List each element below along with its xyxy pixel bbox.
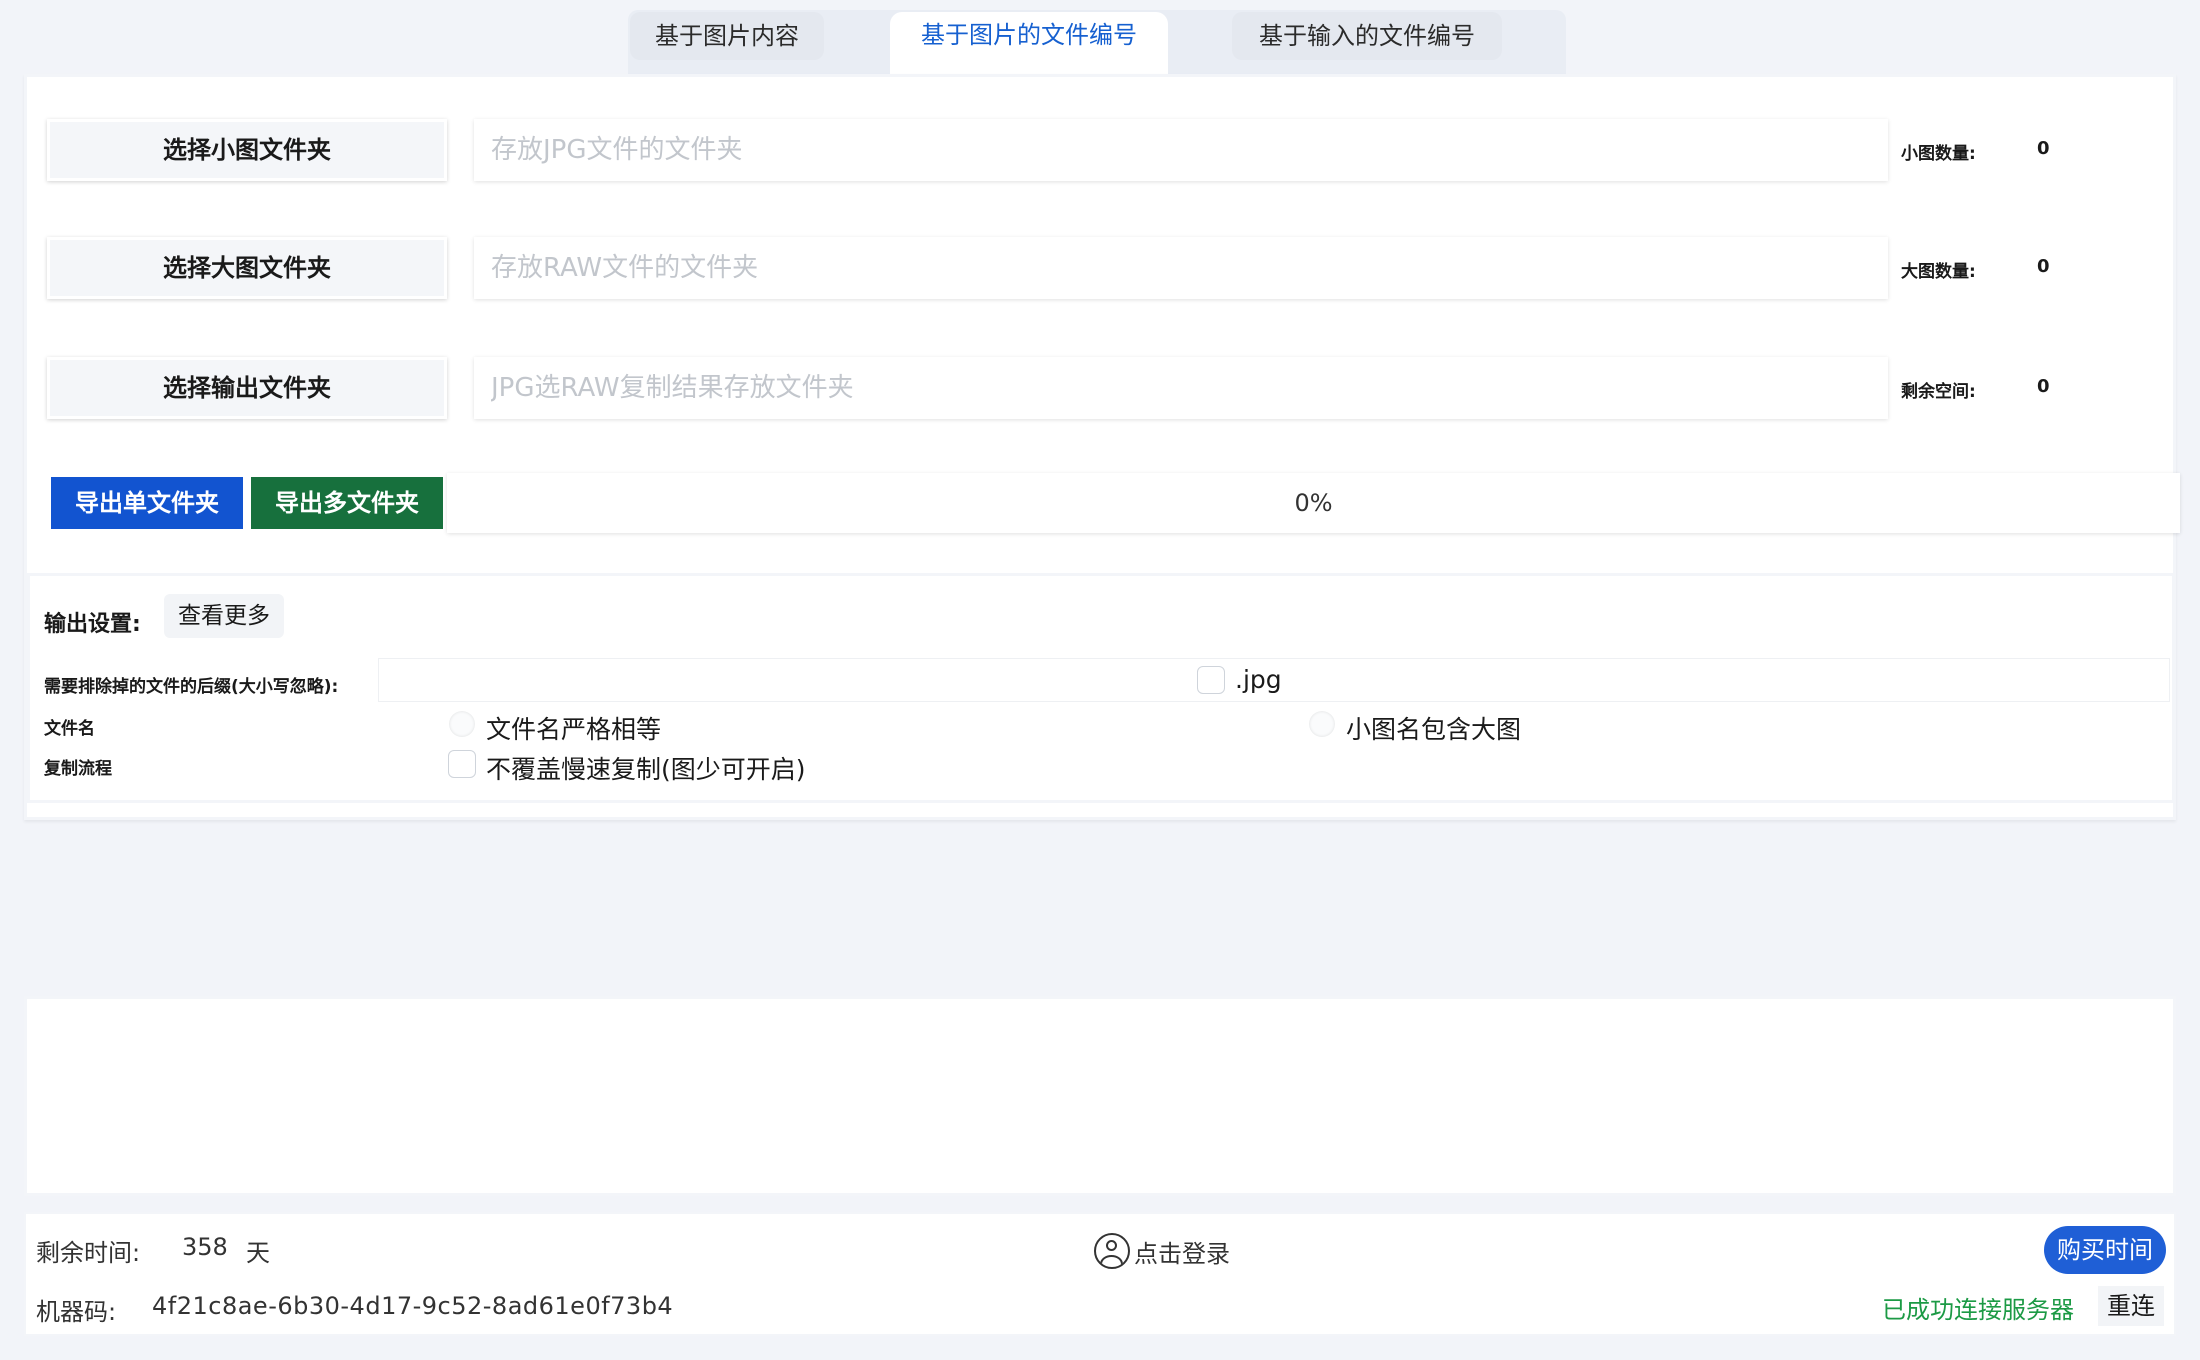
export-single-folder-button[interactable]: 导出单文件夹 [51,477,243,529]
copy-flow-label: 复制流程 [44,759,112,779]
small-contains-large-label: 小图名包含大图 [1346,715,1522,744]
machine-code-label: 机器码: [36,1298,117,1326]
user-icon [1094,1233,1130,1269]
large-folder-path-input[interactable] [474,237,1888,299]
login-label: 点击登录 [1134,1239,1230,1268]
small-folder-path-input[interactable] [474,119,1888,181]
reconnect-button[interactable]: 重连 [2098,1286,2164,1326]
tab-bar: 基于图片内容 基于图片的文件编号 基于输入的文件编号 [628,10,1566,76]
free-space-value: 0 [2037,376,2050,397]
select-output-folder-button[interactable]: 选择输出文件夹 [47,357,447,419]
footer-bar: 剩余时间: 358 天 点击登录 购买时间 机器码: 4f21c8ae-6b30… [24,1212,2176,1336]
settings-title: 输出设置: [44,612,141,637]
filename-strict-equal-label: 文件名严格相等 [486,715,662,744]
login-button[interactable]: 点击登录 [1094,1228,1230,1274]
output-folder-path-input[interactable] [474,357,1888,419]
exclude-jpg-checkbox[interactable] [1197,666,1225,694]
export-multi-folder-button[interactable]: 导出多文件夹 [251,477,443,529]
remaining-time-unit: 天 [246,1239,270,1267]
tab-input-file-number[interactable]: 基于输入的文件编号 [1232,12,1502,60]
exclude-suffix-options: .jpg [378,658,2170,702]
remaining-time-value: 358 [182,1233,228,1261]
remaining-time-label: 剩余时间: [36,1239,141,1267]
select-large-folder-button[interactable]: 选择大图文件夹 [47,237,447,299]
progress-text: 0% [1294,489,1333,517]
exclude-jpg-label: .jpg [1235,665,1282,694]
log-area[interactable] [24,996,2176,1196]
no-overwrite-slow-copy-checkbox[interactable] [448,750,476,778]
small-contains-large-radio[interactable] [1308,710,1336,738]
large-count-value: 0 [2037,256,2050,277]
server-status-text: 已成功连接服务器 [1882,1296,2074,1324]
buy-time-button[interactable]: 购买时间 [2044,1226,2166,1274]
exclude-suffix-label: 需要排除掉的文件的后缀(大小写忽略): [44,677,339,697]
large-count-label: 大图数量: [1901,262,1976,282]
tab-image-file-number[interactable]: 基于图片的文件编号 [890,12,1168,76]
select-small-folder-button[interactable]: 选择小图文件夹 [47,119,447,181]
machine-code-value: 4f21c8ae-6b30-4d17-9c52-8ad61e0f73b4 [152,1292,674,1320]
small-count-value: 0 [2037,138,2050,159]
no-overwrite-slow-copy-label: 不覆盖慢速复制(图少可开启) [486,755,806,784]
free-space-label: 剩余空间: [1901,382,1976,402]
export-progress-bar: 0% [447,473,2180,533]
output-settings-section: 输出设置: 查看更多 需要排除掉的文件的后缀(大小写忽略): .jpg 文件名 … [27,573,2175,803]
view-more-button[interactable]: 查看更多 [164,594,284,638]
tab-image-content[interactable]: 基于图片内容 [630,12,824,60]
main-panel: 选择小图文件夹 小图数量: 0 选择大图文件夹 大图数量: 0 选择输出文件夹 … [24,74,2180,820]
filename-strict-equal-radio[interactable] [448,710,476,738]
small-count-label: 小图数量: [1901,144,1976,164]
filename-label: 文件名 [44,719,95,739]
